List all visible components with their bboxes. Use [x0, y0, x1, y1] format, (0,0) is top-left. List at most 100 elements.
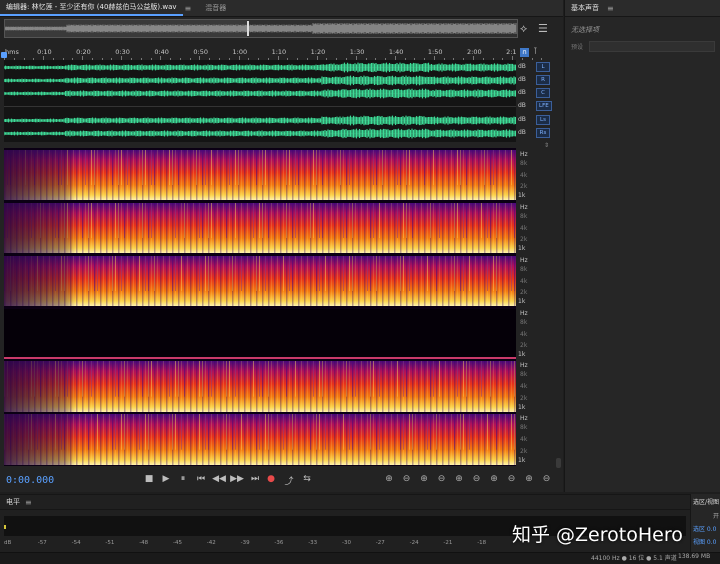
- skip-start-button[interactable]: ⏮: [194, 474, 208, 484]
- spectral-channel: [4, 203, 516, 253]
- right-tab-bar: 基本声音 ≡: [565, 0, 720, 17]
- spectral-channel: [4, 361, 516, 412]
- channel-row: dB Ls: [518, 114, 550, 125]
- waveform-channels-graphic: [3, 62, 517, 139]
- channel-row: dB LFE: [518, 100, 552, 111]
- channel-toggle-button[interactable]: C: [536, 87, 550, 98]
- skip-end-button[interactable]: ⏭: [248, 474, 262, 484]
- watermark-text: 知乎 @ZerotoHero: [512, 524, 683, 546]
- spectral-pitch-icon[interactable]: ⟡: [520, 22, 527, 36]
- ruler-tick-label: 2:1: [506, 48, 517, 56]
- frequency-tick-label: 4k: [520, 225, 528, 232]
- play-button[interactable]: ▶: [159, 474, 173, 484]
- level-scale-label: -33: [308, 540, 318, 546]
- zoom-in-time-icon[interactable]: ⊕: [417, 474, 431, 484]
- ruler-tick-label: 1:40: [388, 48, 404, 56]
- pin-icon[interactable]: ⊺: [533, 47, 538, 57]
- tab-editor[interactable]: 编辑器: 林忆莲 - 至少还有你 (40赫兹伯马公益版).wav: [0, 0, 183, 16]
- frequency-tick-label: 2k: [520, 236, 528, 243]
- overview-waveform[interactable]: [4, 19, 518, 38]
- rewind-button[interactable]: ◀◀: [212, 474, 226, 484]
- panel-title[interactable]: 基本声音: [565, 0, 605, 16]
- frequency-tick-label: Hz: [520, 151, 528, 158]
- frequency-tick-label: 4k: [520, 278, 528, 285]
- pause-button[interactable]: ⏸: [176, 474, 190, 484]
- channel-toggle-button[interactable]: Rs: [536, 127, 550, 138]
- panel-menu-icon[interactable]: ≡: [607, 4, 614, 13]
- level-title: 电平: [6, 498, 20, 506]
- channel-row: dB C: [518, 87, 550, 98]
- spectral-channel: [4, 414, 516, 465]
- ruler-tick-label: 1:50: [427, 48, 443, 56]
- spectral-frequency-display[interactable]: [4, 148, 516, 466]
- record-button[interactable]: ●: [264, 474, 278, 484]
- frequency-tick-label: 8k: [520, 424, 528, 432]
- level-scale-label: -18: [477, 540, 487, 546]
- level-scale-label: -36: [274, 540, 284, 546]
- frequency-tick-label: 4k: [520, 172, 528, 179]
- zoom-out-right-icon[interactable]: ⊖: [505, 474, 519, 484]
- level-scale-label: -51: [105, 540, 115, 546]
- time-ruler[interactable]: hms 0:10 0:20 0:30 0:40 0:50 1:00 1:10 1:20 1:30 1…: [4, 46, 543, 61]
- tab-mixer[interactable]: 混音器: [199, 0, 232, 16]
- waveform-channel: [3, 75, 517, 86]
- zoom-out-frequency-icon[interactable]: ⊖: [540, 474, 554, 484]
- timecode-display[interactable]: 0:00.000: [6, 475, 54, 486]
- zoom-out-time-icon[interactable]: ⊖: [435, 474, 449, 484]
- zoom-in-frequency-icon[interactable]: ⊕: [522, 474, 536, 484]
- status-file-size: 138.69 MB: [678, 553, 711, 560]
- channel-toggle-button[interactable]: LFE: [536, 100, 552, 111]
- frequency-tick-label: 8k: [520, 266, 528, 273]
- frequency-tick-label: 8k: [520, 371, 528, 379]
- zoom-in-amplitude-icon[interactable]: ⊕: [382, 474, 396, 484]
- level-scale-label: -30: [342, 540, 351, 546]
- ruler-tick-mark: [541, 58, 543, 60]
- zoom-full-icon[interactable]: ⊖: [470, 474, 484, 484]
- frequency-tick-label: 1k: [518, 351, 526, 358]
- spectral-channel: [4, 256, 516, 306]
- tab-menu-icon[interactable]: ≡: [185, 4, 192, 13]
- vertical-scrollbar[interactable]: [556, 458, 561, 468]
- frequency-tick-label: Hz: [520, 310, 528, 317]
- preset-dropdown[interactable]: [589, 41, 715, 52]
- frequency-tick-label: 1k: [518, 403, 526, 411]
- waveform-channel: [3, 115, 517, 126]
- collapse-arrows-icon[interactable]: ⇕: [544, 142, 549, 149]
- selection-view-row[interactable]: 选区 0.0: [691, 522, 720, 535]
- ruler-tick-mark: [531, 58, 533, 60]
- frequency-tick-label: 8k: [520, 319, 528, 326]
- selection-view-row: 开: [712, 513, 719, 520]
- ruler-tick-label: 0:40: [154, 48, 169, 56]
- channel-db-label: dB: [518, 89, 526, 96]
- level-scale-label: -57: [37, 540, 47, 546]
- frequency-tick-label: 1k: [518, 245, 526, 252]
- skip-selection-button[interactable]: ⇆: [300, 474, 314, 484]
- menu-lines-icon[interactable]: ☰: [538, 22, 548, 35]
- fast-forward-button[interactable]: ▶▶: [230, 474, 244, 484]
- ruler-tick-label: 1:00: [232, 48, 248, 56]
- level-scale-label: -39: [240, 540, 250, 546]
- zoom-out-amplitude-icon[interactable]: ⊖: [400, 474, 414, 484]
- level-scale-label: -45: [173, 540, 182, 546]
- channel-toggle-button[interactable]: L: [536, 61, 550, 72]
- waveform-channel: [3, 62, 517, 73]
- channel-toggle-button[interactable]: R: [536, 74, 550, 85]
- frequency-tick-label: 4k: [520, 436, 528, 444]
- loop-button[interactable]: ⤴: [282, 474, 296, 487]
- level-peak-indicator: [4, 525, 6, 529]
- channel-db-label: dB: [518, 76, 526, 83]
- ruler-tick-label: 0:20: [76, 48, 91, 56]
- zoom-in-left-icon[interactable]: ⊕: [487, 474, 501, 484]
- status-format: 44100 Hz ● 16 位 ● 5.1 声道: [591, 555, 677, 562]
- playhead-marker-icon[interactable]: [1, 52, 7, 58]
- selection-view-row[interactable]: 视图 0.0: [691, 535, 720, 548]
- waveform-display[interactable]: [3, 60, 517, 142]
- level-menu-icon[interactable]: ≡: [25, 498, 32, 507]
- channel-toggle-button[interactable]: Ls: [536, 114, 550, 125]
- stop-button[interactable]: ■: [142, 474, 156, 484]
- snap-magnet-icon[interactable]: ∩: [520, 48, 529, 57]
- frequency-tick-label: 2k: [520, 342, 528, 349]
- spectral-channel: [4, 309, 516, 359]
- zoom-selection-icon[interactable]: ⊕: [452, 474, 466, 484]
- editor-tab-bar: 编辑器: 林忆莲 - 至少还有你 (40赫兹伯马公益版).wav ≡ 混音器: [0, 0, 563, 17]
